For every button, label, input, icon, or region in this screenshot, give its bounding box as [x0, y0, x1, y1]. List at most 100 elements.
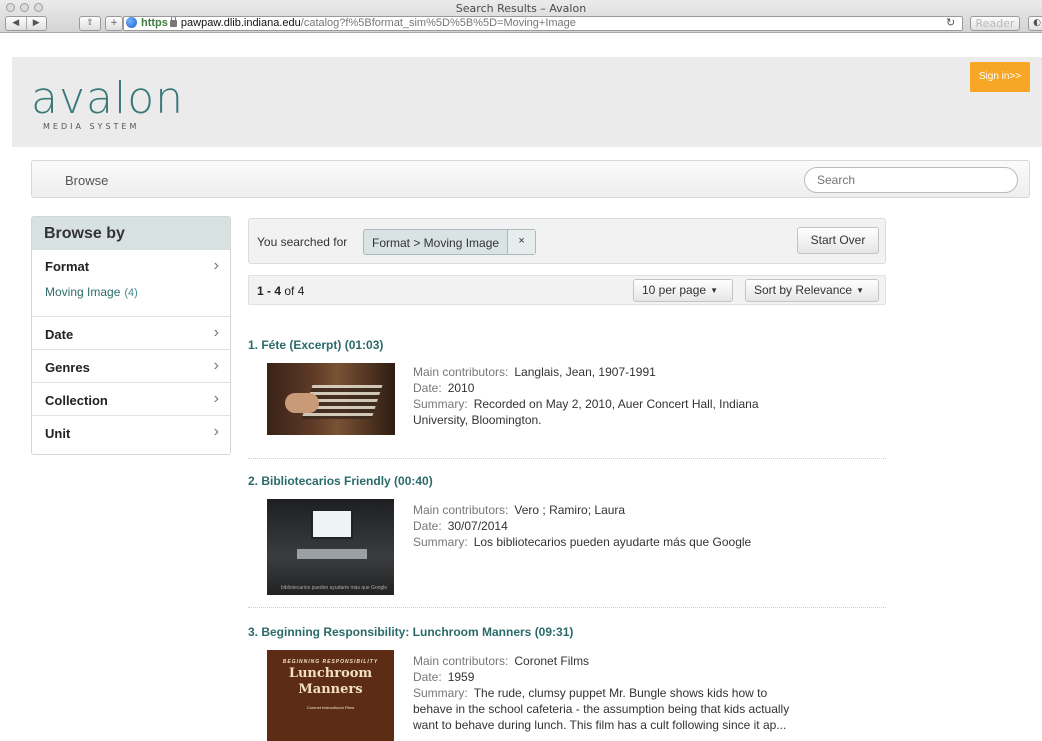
- constraints-label: You searched for: [257, 235, 348, 249]
- plus-icon: +: [110, 18, 118, 28]
- date-row: Date: 2010: [413, 380, 833, 396]
- back-forward-buttons: ◀ ▶: [5, 16, 47, 31]
- extension-icon: ◐: [1033, 18, 1041, 28]
- contributors-value: Vero ; Ramiro; Laura: [514, 503, 626, 517]
- globe-icon: [126, 17, 137, 28]
- summary-key: Summary:: [413, 686, 468, 700]
- window-title: Search Results – Avalon: [455, 2, 587, 15]
- date-value: 1959: [447, 670, 475, 684]
- browser-titlebar: Search Results – Avalon ◀ ▶ ⇪ + https paw…: [0, 0, 1042, 33]
- reader-button[interactable]: Reader: [970, 16, 1020, 31]
- keyboard-image: [297, 549, 367, 559]
- summary-row: Summary: Los bibliotecarios pueden ayudar…: [413, 534, 833, 550]
- result-divider: [248, 607, 886, 608]
- logo-wordmark: avalon: [31, 73, 184, 124]
- browse-by-sidebar: Browse by Format › Moving Image (4) Date …: [31, 216, 231, 455]
- facet-date[interactable]: Date ›: [32, 316, 230, 349]
- caret-down-icon: ▼: [710, 286, 718, 295]
- facet-value-label: Moving Image: [45, 285, 121, 299]
- search-result: 3. Beginning Responsibility: Lunchroom M…: [248, 625, 886, 741]
- search-result: 2. Bibliotecarios Friendly (00:40) bibli…: [248, 474, 886, 596]
- thumbnail-subtitle: BEGINNING RESPONSIBILITY: [282, 659, 379, 665]
- date-key: Date:: [413, 519, 442, 533]
- facet-label: Format: [45, 259, 90, 274]
- start-over-button[interactable]: Start Over: [797, 227, 879, 254]
- chevron-right-icon: ›: [213, 423, 219, 440]
- share-button[interactable]: ⇪: [79, 16, 101, 31]
- summary-continued: behave in the school cafeteria - the ass…: [413, 702, 790, 716]
- result-thumbnail[interactable]: [267, 363, 395, 435]
- reload-icon[interactable]: ↻: [946, 16, 955, 29]
- caret-down-icon: ▼: [856, 286, 864, 295]
- facet-format[interactable]: Format ›: [32, 250, 230, 278]
- facet-genres[interactable]: Genres ›: [32, 349, 230, 382]
- date-row: Date: 30/07/2014: [413, 518, 833, 534]
- active-filter-label[interactable]: Format > Moving Image: [364, 230, 507, 254]
- date-key: Date:: [413, 381, 442, 395]
- chevron-right-icon: ›: [213, 390, 219, 407]
- active-filter: Format > Moving Image ×: [363, 229, 537, 255]
- facet-value-moving-image[interactable]: Moving Image (4): [32, 278, 230, 316]
- sidebar-title: Browse by: [32, 217, 230, 250]
- contributors-key: Main contributors:: [413, 654, 509, 668]
- summary-value: The rude, clumsy puppet Mr. Bungle shows…: [473, 686, 768, 700]
- extension-button[interactable]: ◐: [1028, 16, 1042, 31]
- per-page-dropdown[interactable]: 10 per page ▼: [633, 279, 733, 302]
- remove-filter-button[interactable]: ×: [507, 230, 536, 254]
- summary-key: Summary:: [413, 397, 468, 411]
- facet-collection[interactable]: Collection ›: [32, 382, 230, 415]
- date-value: 2010: [447, 381, 475, 395]
- result-title-link[interactable]: 3. Beginning Responsibility: Lunchroom M…: [248, 625, 886, 639]
- url-path: /catalog?f%5Bformat_sim%5D%5B%5D=Moving+…: [300, 17, 576, 29]
- results-pagination-bar: 1 - 4 of 4 10 per page ▼ Sort by Relevanc…: [248, 275, 886, 305]
- main-navbar: Browse: [31, 160, 1030, 198]
- summary-row: Summary: Recorded on May 2, 2010, Auer Co…: [413, 396, 833, 412]
- search-constraints: You searched for Format > Moving Image ×…: [248, 218, 886, 264]
- site-header: avalon MEDIA SYSTEM: [12, 57, 1042, 147]
- thumbnail-title-line1: Lunchroom: [288, 666, 373, 681]
- url-domain: pawpaw.dlib.indiana.edu: [180, 17, 301, 29]
- thumbnail-title-line2: Manners: [298, 682, 363, 697]
- contributors-key: Main contributors:: [413, 365, 509, 379]
- contributors-row: Main contributors: Vero ; Ramiro; Laura: [413, 502, 833, 518]
- search-result: 1. Féte (Excerpt) (01:03) Main contribut…: [248, 338, 886, 448]
- results-range: 1 - 4 of 4: [257, 284, 304, 298]
- results-range-value: 1 - 4: [257, 284, 282, 298]
- forward-button[interactable]: ▶: [27, 17, 47, 30]
- result-metadata: Main contributors: Coronet Films Date: 195…: [413, 653, 833, 733]
- nav-browse-link[interactable]: Browse: [65, 173, 108, 188]
- sort-dropdown[interactable]: Sort by Relevance ▼: [745, 279, 879, 302]
- result-metadata: Main contributors: Vero ; Ramiro; Laura D…: [413, 502, 833, 550]
- summary-value: Recorded on May 2, 2010, Auer Concert Ha…: [473, 397, 759, 411]
- avalon-logo[interactable]: avalon MEDIA SYSTEM: [31, 73, 184, 132]
- monitor-image: [311, 509, 353, 539]
- facet-value-count: (4): [124, 287, 138, 299]
- results-total: of 4: [284, 284, 305, 298]
- result-metadata: Main contributors: Langlais, Jean, 1907-1…: [413, 364, 833, 428]
- chevron-right-icon: ›: [213, 324, 219, 341]
- chevron-right-icon: ›: [213, 257, 219, 274]
- facet-label: Genres: [45, 360, 90, 375]
- thumbnail-caption: bibliotecarios pueden ayudarte más que G…: [281, 585, 388, 591]
- result-thumbnail[interactable]: BEGINNING RESPONSIBILITY Lunchroom Manne…: [267, 650, 394, 741]
- address-bar[interactable]: https pawpaw.dlib.indiana.edu/catalog?f%5…: [123, 16, 963, 31]
- new-tab-button[interactable]: +: [105, 16, 123, 31]
- summary-value: Los bibliotecarios pueden ayudarte más q…: [473, 535, 752, 549]
- search-input[interactable]: [804, 167, 1018, 193]
- summary-continued: want to behave during lunch. This film h…: [413, 718, 787, 732]
- browser-toolbar: ◀ ▶ ⇪ + https pawpaw.dlib.indiana.edu/cat…: [0, 16, 1042, 32]
- result-title-link[interactable]: 2. Bibliotecarios Friendly (00:40): [248, 474, 886, 488]
- result-title-link[interactable]: 1. Féte (Excerpt) (01:03): [248, 338, 886, 352]
- back-button[interactable]: ◀: [6, 17, 27, 30]
- url-scheme: https: [141, 17, 168, 29]
- share-icon: ⇪: [86, 18, 94, 28]
- summary-continued: University, Bloomington.: [413, 413, 542, 427]
- summary-row: Summary: The rude, clumsy puppet Mr. Bung…: [413, 685, 833, 701]
- facet-unit[interactable]: Unit ›: [32, 415, 230, 448]
- chevron-right-icon: ›: [213, 357, 219, 374]
- facet-label: Unit: [45, 426, 71, 441]
- result-thumbnail[interactable]: bibliotecarios pueden ayudarte más que G…: [267, 499, 394, 595]
- result-divider: [248, 458, 886, 459]
- lock-icon: [169, 17, 177, 27]
- sign-in-button[interactable]: Sign in>>: [970, 62, 1030, 92]
